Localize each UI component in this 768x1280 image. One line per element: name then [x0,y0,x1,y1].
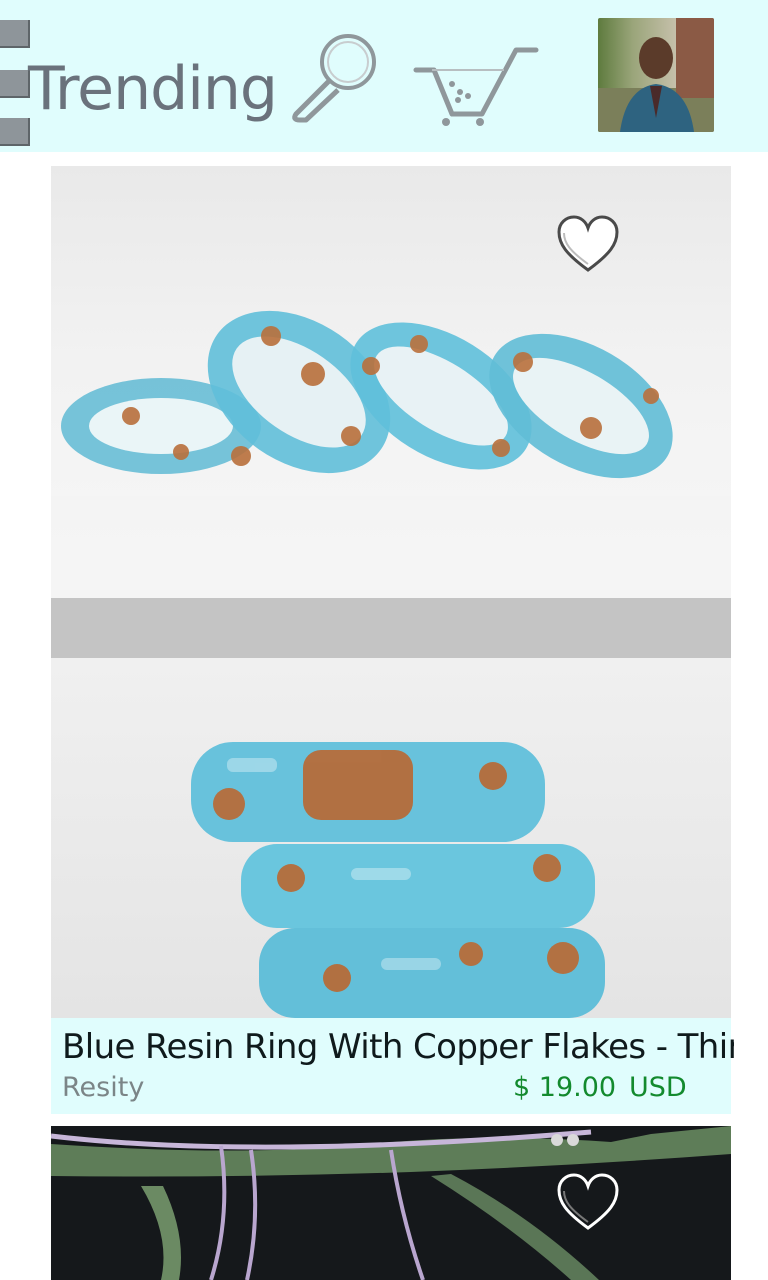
product-price: $ 19.00 [513,1072,617,1103]
avatar[interactable] [598,18,714,132]
favorite-heart-icon[interactable] [556,1172,620,1232]
card-divider [51,598,731,658]
search-icon[interactable] [288,30,382,124]
shop-name[interactable]: Resity [62,1070,144,1106]
page-title: Trending [28,54,278,124]
favorite-heart-icon[interactable] [556,214,620,274]
feed-top-strip [50,152,731,166]
top-app-bar: Trending [0,0,768,152]
product-photo-leaves[interactable] [51,1126,731,1280]
product-photo-rings-stack[interactable] [51,658,731,1018]
product-photo-rings-row[interactable] [51,166,731,598]
product-title[interactable]: Blue Resin Ring With Copper Flakes - Thi… [62,1026,734,1068]
price-currency: USD [629,1072,687,1103]
cart-icon[interactable] [412,40,540,126]
hamburger-menu-icon[interactable] [0,20,30,148]
product-caption[interactable]: Blue Resin Ring With Copper Flakes - Thi… [51,1018,734,1114]
